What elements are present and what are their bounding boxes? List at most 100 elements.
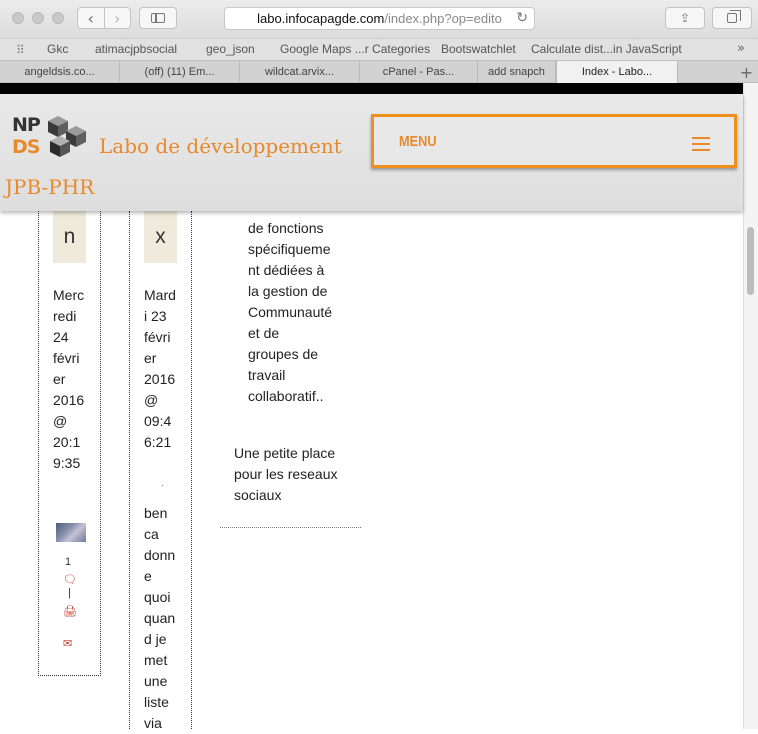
- excerpt-line: une: [144, 673, 168, 689]
- new-tab-button[interactable]: +: [735, 61, 758, 83]
- reload-icon[interactable]: ↻: [516, 10, 528, 26]
- edito-line: Communauté: [248, 304, 333, 320]
- date-line: @: [144, 392, 159, 408]
- browser-tab[interactable]: add snapch: [478, 61, 556, 83]
- browser-tab[interactable]: (off) (11) Em...: [120, 61, 240, 83]
- grid-icon[interactable]: ⠿: [16, 43, 25, 57]
- date-line: févri: [144, 329, 171, 345]
- tab-bar: angeldsis.co... (off) (11) Em... wildcat…: [0, 60, 758, 83]
- forward-button[interactable]: ›: [103, 8, 131, 28]
- edito-line: de fonctions: [248, 220, 324, 236]
- email-icon[interactable]: ✉: [63, 637, 72, 650]
- date-line: @: [53, 413, 68, 429]
- edito-line: et de: [248, 325, 280, 341]
- sidebar-toggle-button[interactable]: [139, 7, 177, 29]
- date-line: Mard: [144, 287, 176, 303]
- excerpt-line: e: [144, 568, 152, 584]
- browser-tab[interactable]: cPanel - Pas...: [360, 61, 478, 83]
- browser-tab[interactable]: angeldsis.co...: [0, 61, 120, 83]
- site-header: NP DS Labo de développement JPB-PHR MENU: [0, 94, 743, 211]
- bookmark-item[interactable]: Bootswatchlet: [441, 42, 516, 56]
- menu-toggle-button[interactable]: MENU: [371, 114, 737, 168]
- scrollbar-thumb[interactable]: [747, 227, 754, 295]
- show-tabs-button[interactable]: [712, 7, 752, 29]
- date-line: 24: [53, 329, 69, 345]
- excerpt-line: quan: [144, 610, 176, 626]
- social-line: pour les reseaux: [234, 466, 338, 482]
- dot-separator: ·: [161, 480, 165, 491]
- excerpt-line: quoi: [144, 589, 171, 605]
- edito-line: travail: [248, 367, 286, 383]
- edito-line: nt dédiées à: [248, 262, 325, 278]
- share-icon: ⇪: [679, 11, 691, 25]
- author-avatar[interactable]: [56, 523, 86, 542]
- zoom-window-button[interactable]: [52, 12, 64, 24]
- page-top-border: [0, 83, 743, 94]
- date-line: Merc: [53, 287, 85, 303]
- bookmark-item[interactable]: Gkc: [47, 42, 68, 56]
- social-block-text: Une petite place pour les reseaux sociau…: [234, 443, 354, 506]
- browser-toolbar: ‹ › labo.infocapagde.com/index.php?op=ed…: [0, 0, 758, 38]
- browser-tab-active[interactable]: Index - Labo...: [556, 61, 678, 83]
- edito-text: de fonctions spécifiqueme nt dédiées à l…: [248, 218, 348, 407]
- sidebar-icon: [151, 13, 165, 23]
- article-tag: n: [53, 211, 86, 263]
- excerpt-line: ben: [144, 505, 168, 521]
- edito-line: groupes de: [248, 346, 319, 362]
- date-line: redi: [53, 308, 77, 324]
- block-divider: [220, 527, 361, 528]
- excerpt-line: via: [144, 715, 162, 731]
- share-button[interactable]: ⇪: [665, 7, 705, 29]
- article-tag: x: [144, 211, 177, 263]
- bookmarks-overflow-button[interactable]: »: [737, 41, 745, 56]
- date-line: 20:1: [53, 434, 81, 450]
- bookmark-item[interactable]: Google Maps ...r Categories: [280, 42, 430, 56]
- separator: |: [68, 587, 71, 599]
- scrollbar-track[interactable]: [743, 83, 758, 729]
- article-date: Merc redi 24 févri er 2016 @ 20:1 9:35: [53, 285, 84, 474]
- excerpt-line: donn: [144, 547, 176, 563]
- social-line: Une petite place: [234, 445, 336, 461]
- date-line: i 23: [144, 308, 167, 324]
- url-host: labo.infocapagde.com: [257, 11, 385, 26]
- bookmark-item[interactable]: geo_json: [206, 42, 255, 56]
- excerpt-line: met: [144, 652, 168, 668]
- minimize-window-button[interactable]: [32, 12, 44, 24]
- browser-tab[interactable]: wildcat.arvix...: [240, 61, 360, 83]
- date-line: 2016: [144, 371, 176, 387]
- bookmark-item[interactable]: Calculate dist...in JavaScript: [531, 42, 682, 56]
- hamburger-icon: [692, 137, 712, 151]
- excerpt-line: liste: [144, 694, 169, 710]
- close-window-button[interactable]: [12, 12, 24, 24]
- date-line: févri: [53, 350, 80, 366]
- bookmarks-bar: ⠿ Gkc atimacjpbsocial geo_json Google Ma…: [0, 38, 758, 61]
- chevron-right-icon: ›: [114, 8, 121, 28]
- url-path: /index.php?op=edito: [384, 11, 502, 26]
- plus-icon: +: [739, 62, 754, 82]
- edito-line: collaboratif..: [248, 388, 324, 404]
- social-line: sociaux: [234, 487, 282, 503]
- history-nav: ‹ ›: [77, 7, 131, 29]
- edito-line: la gestion de: [248, 283, 328, 299]
- back-button[interactable]: ‹: [78, 8, 104, 28]
- date-line: 09:4: [144, 413, 172, 429]
- site-title[interactable]: Labo de développement JPB-PHR: [5, 126, 375, 208]
- date-line: 9:35: [53, 455, 81, 471]
- edito-line: spécifiqueme: [248, 241, 331, 257]
- tabs-overview-icon: [727, 10, 741, 23]
- date-line: 2016: [53, 392, 85, 408]
- bookmark-item[interactable]: atimacjpbsocial: [95, 42, 177, 56]
- print-icon[interactable]: 🖨: [63, 605, 77, 618]
- article-excerpt: ben ca donn e quoi quan d je met une lis…: [144, 503, 184, 734]
- address-bar[interactable]: labo.infocapagde.com/index.php?op=edito …: [224, 7, 535, 30]
- comment-icon[interactable]: 🗨: [63, 573, 77, 586]
- excerpt-line: ca: [144, 526, 159, 542]
- date-line: er: [144, 350, 157, 366]
- excerpt-line: d je: [144, 631, 167, 647]
- comment-count: 1: [65, 556, 72, 568]
- chevron-left-icon: ‹: [87, 8, 94, 28]
- date-line: er: [53, 371, 66, 387]
- menu-label: MENU: [399, 133, 437, 150]
- article-date: Mard i 23 févri er 2016 @ 09:4 6:21: [144, 285, 176, 453]
- date-line: 6:21: [144, 434, 172, 450]
